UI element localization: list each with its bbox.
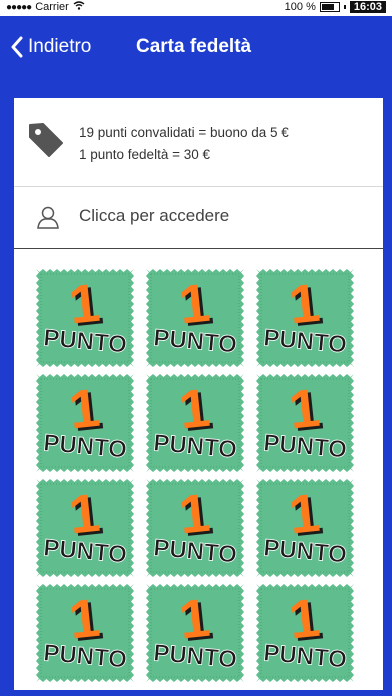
wifi-icon <box>73 1 85 13</box>
stamp-grid: 1 1 PUNTO 1 1 PUNTO 1 1 PUNTO 1 1 PUNTO 1 1 PUNTO 1 1 PUN… <box>14 249 383 690</box>
loyalty-stamp: 1 1 PUNTO <box>142 475 248 581</box>
status-right: 100 % 16:03 <box>285 1 386 13</box>
loyalty-stamp: 1 1 PUNTO <box>32 580 138 686</box>
login-label: Clicca per accedere <box>79 206 230 225</box>
loyalty-stamp: 1 1 PUNTO <box>252 580 358 686</box>
points-value: 1 punto fedeltà = 30 € <box>79 147 210 162</box>
page-title: Carta fedeltà <box>136 36 252 57</box>
loyalty-stamp: 1 1 PUNTO <box>252 370 358 476</box>
status-bar: ●●●●● Carrier 100 % 16:03 <box>0 0 392 16</box>
loyalty-stamp: 1 1 PUNTO <box>142 370 248 476</box>
login-row[interactable]: Clicca per accedere <box>14 187 383 250</box>
navigation-bar: Indietro Carta fedeltà <box>0 16 392 80</box>
loyalty-stamp: 1 1 PUNTO <box>32 475 138 581</box>
tag-icon <box>28 122 64 163</box>
loyalty-stamp: 1 1 PUNTO <box>32 265 138 371</box>
carrier-label: Carrier <box>35 1 69 13</box>
loyalty-stamp: 1 1 PUNTO <box>32 370 138 476</box>
battery-icon <box>319 2 340 12</box>
status-left: ●●●●● Carrier <box>6 1 85 13</box>
status-time: 16:03 <box>349 1 386 13</box>
points-info: 19 punti convalidati = buono da 5 € 1 pu… <box>14 98 383 187</box>
loyalty-stamp: 1 1 PUNTO <box>252 265 358 371</box>
loyalty-stamp: 1 1 PUNTO <box>252 475 358 581</box>
back-button[interactable]: Indietro <box>10 36 91 58</box>
points-rule: 19 punti convalidati = buono da 5 € <box>79 125 289 140</box>
loyalty-stamp: 1 1 PUNTO <box>142 265 248 371</box>
chevron-left-icon <box>11 36 23 58</box>
battery-percent: 100 % <box>284 1 316 13</box>
user-icon <box>36 205 60 234</box>
back-label: Indietro <box>28 36 92 57</box>
loyalty-stamp: 1 1 PUNTO <box>142 580 248 686</box>
loyalty-card: 19 punti convalidati = buono da 5 € 1 pu… <box>14 98 383 690</box>
signal-icon: ●●●●● <box>6 1 32 13</box>
